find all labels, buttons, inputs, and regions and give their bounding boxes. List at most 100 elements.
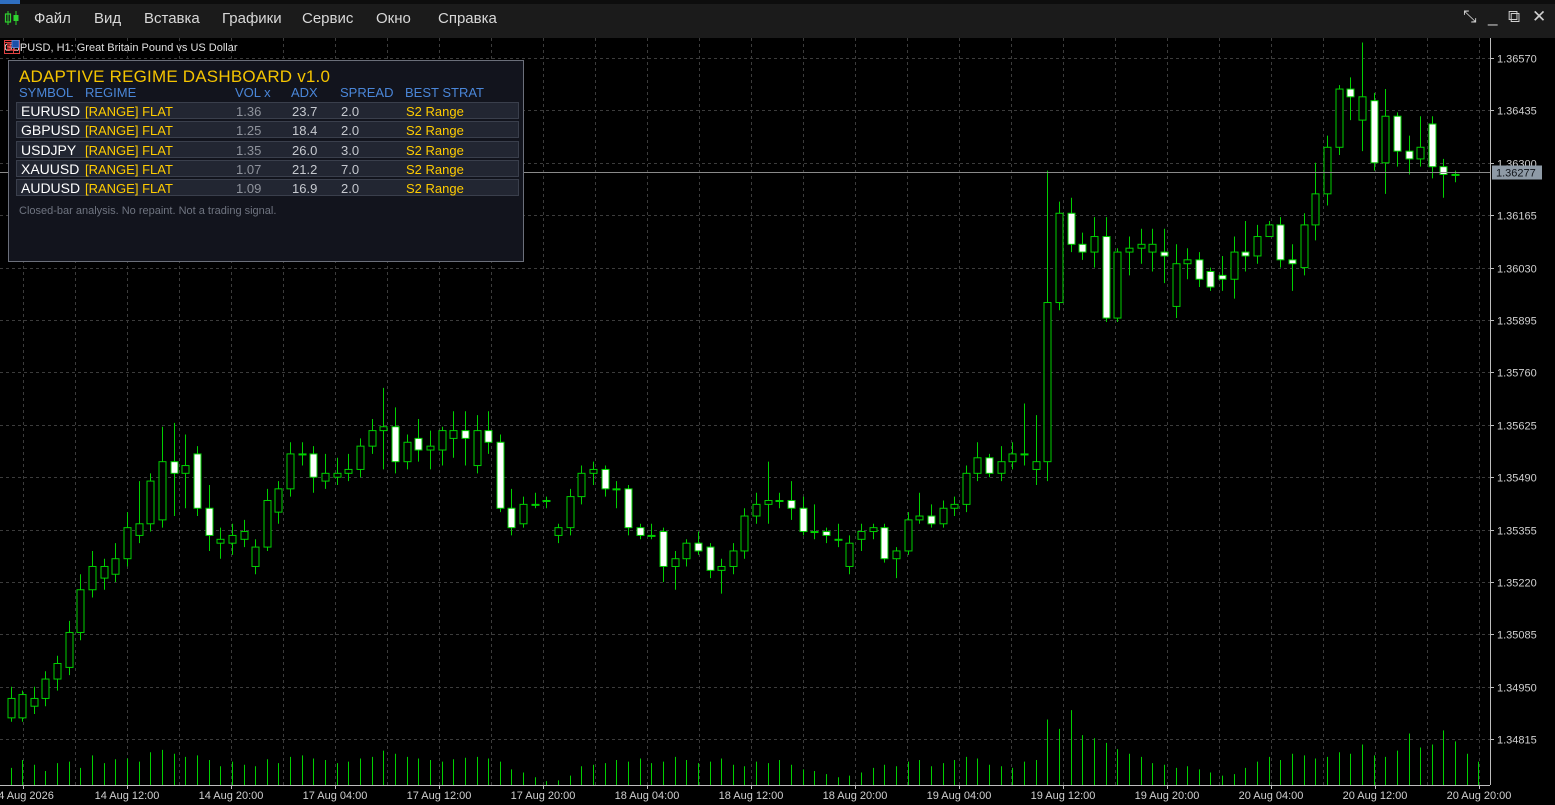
- candle: [1090, 217, 1099, 268]
- time-axis[interactable]: 14 Aug 2026 14 Aug 12:00 14 Aug 20:00 17 Au…: [0, 785, 1511, 802]
- candle-body: [927, 515, 936, 525]
- spread-cell: 2.0: [341, 123, 360, 138]
- candle: [53, 655, 62, 691]
- regime-cell: [RANGE] FLAT: [85, 143, 173, 158]
- candle: [1265, 221, 1274, 238]
- candle-body: [461, 430, 470, 439]
- time-tick-label: 20 Aug 04:00: [1239, 790, 1304, 802]
- price-tick-label: 1.36570: [1497, 54, 1537, 66]
- candle: [973, 442, 982, 482]
- candle: [845, 535, 854, 575]
- price-tick-label: 1.35220: [1497, 578, 1537, 590]
- menu-help[interactable]: Справка: [438, 10, 497, 27]
- menu-insert[interactable]: Вставка: [144, 10, 200, 27]
- price-tick-label: 1.35355: [1497, 526, 1537, 538]
- strategy-cell: S2 Range: [406, 181, 464, 196]
- candle: [1393, 112, 1402, 167]
- candle-body: [624, 488, 633, 529]
- candlestick-app-icon[interactable]: [4, 10, 20, 26]
- candle: [1078, 232, 1087, 260]
- strategy-cell: S2 Range: [406, 104, 464, 119]
- candle: [612, 481, 621, 509]
- chart-title: GBPUSD, H1: Great Britain Pound vs US Do…: [4, 42, 238, 54]
- candle-body: [973, 457, 982, 474]
- candle-body: [507, 507, 516, 529]
- price-tick-label: 1.35760: [1497, 368, 1537, 380]
- candle: [1148, 228, 1157, 272]
- candle: [379, 387, 388, 470]
- candle: [1218, 255, 1227, 291]
- minimize-icon[interactable]: _: [1488, 7, 1497, 27]
- table-row: EURUSD [RANGE] FLAT 1.36 23.7 2.0 S2 Ran…: [16, 102, 519, 119]
- candle-body: [1358, 96, 1367, 121]
- candle: [30, 686, 39, 714]
- vol-cell: 1.09: [236, 181, 262, 196]
- candle-body: [18, 694, 27, 719]
- candle: [857, 523, 866, 551]
- candle: [1276, 217, 1285, 268]
- candle-body: [146, 480, 155, 525]
- candle: [507, 488, 516, 536]
- menu-tools[interactable]: Сервис: [302, 10, 353, 27]
- column-header-symbol: SYMBOL: [19, 85, 74, 100]
- candle-body: [240, 531, 249, 540]
- candle-body: [1300, 224, 1309, 269]
- candle: [274, 481, 283, 524]
- menu-window[interactable]: Окно: [376, 10, 411, 27]
- candle: [1137, 228, 1146, 264]
- expert-advisor-icon[interactable]: [4, 40, 20, 54]
- candle-body: [694, 542, 703, 552]
- candle: [1311, 162, 1320, 241]
- chart-header: GBPUSD, H1: Great Britain Pound vs US Do…: [4, 40, 238, 56]
- candle-body: [1405, 150, 1414, 160]
- restore-icon[interactable]: ⧉: [1508, 7, 1520, 27]
- candle: [41, 671, 50, 707]
- candle-body: [1067, 212, 1076, 245]
- candle: [1405, 135, 1414, 175]
- candle: [205, 484, 214, 551]
- menu-charts[interactable]: Графики: [222, 10, 282, 27]
- chart-area[interactable]: 1.34815 1.34950 1.35085 1.35220 1.35355 1.354…: [0, 38, 1555, 805]
- close-icon[interactable]: ✕: [1532, 7, 1546, 27]
- candle: [577, 465, 586, 505]
- candle-body: [1078, 243, 1087, 253]
- candle: [1253, 224, 1262, 264]
- candle: [1241, 221, 1250, 272]
- candle: [717, 558, 726, 594]
- candle-body: [1393, 115, 1402, 152]
- candle-body: [379, 426, 388, 432]
- menu-file[interactable]: Файл: [34, 10, 71, 27]
- unpin-icon[interactable]: ⤡: [1463, 7, 1477, 27]
- menu-view[interactable]: Вид: [94, 10, 121, 27]
- time-tick-label: 14 Aug 12:00: [95, 790, 160, 802]
- regime-dashboard-panel: ADAPTIVE REGIME DASHBOARD v1.0 SYMBOL RE…: [8, 60, 524, 262]
- candle-body: [1090, 236, 1099, 253]
- candle-body: [1102, 236, 1111, 319]
- symbol-cell: EURUSD: [21, 103, 81, 119]
- candle: [356, 438, 365, 478]
- candle: [869, 523, 878, 540]
- candle-body: [1195, 259, 1204, 280]
- candle-body: [1288, 259, 1297, 265]
- candle: [904, 512, 913, 555]
- candle-body: [1183, 259, 1192, 265]
- candle-body: [309, 453, 318, 478]
- candle: [939, 500, 948, 528]
- candle: [810, 504, 819, 540]
- spread-cell: 3.0: [341, 143, 360, 158]
- candle: [123, 512, 132, 567]
- price-axis[interactable]: 1.34815 1.34950 1.35085 1.35220 1.35355 1.354…: [1490, 38, 1542, 785]
- time-tick-label: 17 Aug 20:00: [511, 790, 576, 802]
- candle: [706, 543, 715, 579]
- column-header-spread: SPREAD: [340, 85, 394, 100]
- candle: [286, 442, 295, 497]
- candle: [822, 527, 831, 544]
- candle-body: [1148, 243, 1157, 253]
- time-tick-label: 17 Aug 12:00: [407, 790, 472, 802]
- candle: [542, 496, 551, 509]
- regime-cell: [RANGE] FLAT: [85, 104, 173, 119]
- candle-body: [368, 430, 377, 447]
- candle: [1335, 85, 1344, 156]
- candle-body: [554, 527, 563, 536]
- candle-body: [135, 523, 144, 536]
